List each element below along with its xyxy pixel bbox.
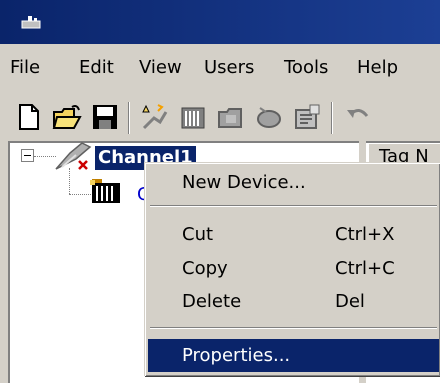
properties-icon[interactable] <box>292 102 322 132</box>
new-tag-icon[interactable] <box>254 102 284 132</box>
menu-file[interactable]: File <box>10 56 40 80</box>
save-disk-icon[interactable] <box>90 102 120 132</box>
menu-separator <box>150 327 437 329</box>
new-file-icon[interactable] <box>14 102 44 132</box>
menu-item-label: Properties... <box>182 345 291 366</box>
new-channel-icon[interactable] <box>140 102 170 132</box>
menu-bar: File Edit View Users Tools Help <box>0 48 440 90</box>
app-icon <box>21 16 41 29</box>
new-group-icon[interactable] <box>216 102 246 132</box>
menu-item-label: Delete <box>182 291 242 312</box>
channel-icon <box>55 142 92 170</box>
menu-item-cut[interactable]: Cut Ctrl+X <box>148 218 439 251</box>
menu-view[interactable]: View <box>139 56 182 80</box>
menu-help[interactable]: Help <box>357 56 398 80</box>
tree-connector <box>69 194 91 195</box>
context-menu: New Device... Cut Ctrl+X Copy Ctrl+C Del… <box>144 162 440 376</box>
menu-item-shortcut: Ctrl+X <box>335 224 395 245</box>
toolbar-separator <box>128 102 130 134</box>
menu-item-new-device[interactable]: New Device... <box>148 166 439 199</box>
device-icon <box>90 179 120 203</box>
menu-users[interactable]: Users <box>204 56 254 80</box>
menu-item-delete[interactable]: Delete Del <box>148 285 439 318</box>
menu-item-label: New Device... <box>182 172 306 193</box>
toolbar-separator <box>331 102 333 134</box>
open-folder-icon[interactable] <box>52 102 82 132</box>
menu-item-label: Cut <box>182 224 214 245</box>
menu-item-label: Copy <box>182 258 228 279</box>
tree-connector <box>34 156 56 157</box>
title-bar <box>0 0 440 44</box>
menu-item-shortcut: Ctrl+C <box>335 258 395 279</box>
new-device-icon[interactable] <box>178 102 208 132</box>
collapse-toggle[interactable] <box>21 149 34 162</box>
toolbar <box>0 94 440 140</box>
undo-icon[interactable] <box>343 102 373 132</box>
menu-separator <box>150 205 437 207</box>
menu-item-shortcut: Del <box>335 291 365 312</box>
menu-edit[interactable]: Edit <box>79 56 114 80</box>
menu-tools[interactable]: Tools <box>284 56 328 80</box>
menu-item-properties[interactable]: Properties... <box>148 339 439 372</box>
menu-item-copy[interactable]: Copy Ctrl+C <box>148 252 439 285</box>
